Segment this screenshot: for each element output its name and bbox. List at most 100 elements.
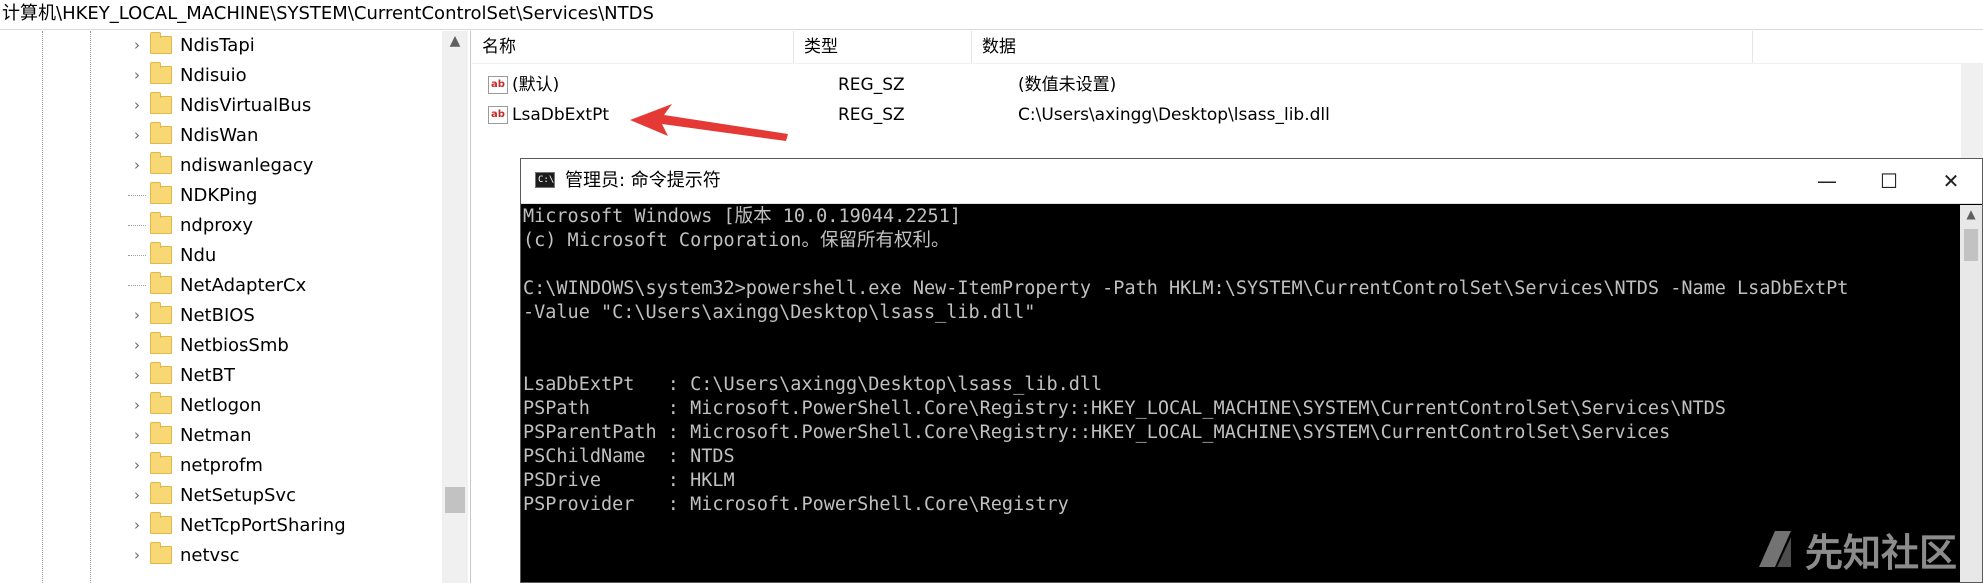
column-header-data[interactable]: 数据: [972, 31, 1753, 63]
tree-item[interactable]: NDKPing: [128, 181, 257, 209]
annotation-arrow-icon: [630, 104, 788, 141]
folder-icon: [150, 392, 172, 414]
scroll-up-icon[interactable]: ▲: [1960, 207, 1982, 221]
tree-item-label: NetSetupSvc: [180, 484, 296, 506]
watermark-logo-icon: [1759, 531, 1791, 567]
value-type: REG_SZ: [838, 105, 905, 125]
minimize-button[interactable]: —: [1796, 159, 1858, 203]
tree-item[interactable]: › Ndisuio: [128, 61, 247, 89]
tree-item-label: NDKPing: [180, 184, 258, 206]
cmd-window-title: 管理员: 命令提示符: [565, 170, 721, 191]
value-data: C:\Users\axingg\Desktop\lsass_lib.dll: [1018, 105, 1330, 125]
folder-icon: [150, 362, 172, 384]
column-header-type[interactable]: 类型: [794, 31, 972, 63]
folder-icon: [150, 302, 172, 324]
string-value-icon: ab: [488, 106, 508, 124]
chevron-right-icon[interactable]: ›: [128, 516, 146, 534]
folder-icon: [150, 272, 172, 294]
tree-connector: [128, 224, 146, 226]
watermark: 先知社区: [1755, 524, 1958, 575]
maximize-button[interactable]: ☐: [1858, 159, 1920, 203]
tree-item-label: Netlogon: [180, 394, 262, 416]
chevron-right-icon[interactable]: ›: [128, 456, 146, 474]
scroll-up-icon[interactable]: ▲: [442, 33, 468, 49]
console-line: PSProvider : Microsoft.PowerShell.Core\R…: [523, 494, 1069, 515]
console-line: PSParentPath : Microsoft.PowerShell.Core…: [523, 422, 1671, 443]
tree-guide-line: [42, 31, 43, 583]
folder-icon: [150, 122, 172, 144]
tree-item[interactable]: › Netlogon: [128, 391, 261, 419]
cmd-scrollbar-thumb[interactable]: [1964, 229, 1978, 261]
chevron-right-icon[interactable]: ›: [128, 36, 146, 54]
tree-item-label: netvsc: [180, 544, 240, 566]
tree-item[interactable]: › ndiswanlegacy: [128, 151, 313, 179]
values-header-row: 名称 类型 数据: [472, 31, 1983, 64]
tree-item-label: NdisVirtualBus: [180, 94, 312, 116]
tree-item[interactable]: › netprofm: [128, 451, 263, 479]
console-line: LsaDbExtPt : C:\Users\axingg\Desktop\lsa…: [523, 374, 1103, 395]
cmd-window[interactable]: C:\ 管理员: 命令提示符 — ☐ ✕ Microsoft Windows […: [520, 158, 1983, 583]
column-header-name[interactable]: 名称: [472, 31, 794, 63]
chevron-right-icon[interactable]: ›: [128, 66, 146, 84]
tree-connector: [128, 254, 146, 256]
address-bar[interactable]: 计算机\HKEY_LOCAL_MACHINE\SYSTEM\CurrentCon…: [0, 0, 1983, 30]
folder-icon: [150, 242, 172, 264]
chevron-right-icon[interactable]: ›: [128, 546, 146, 564]
console-line: PSChildName : NTDS: [523, 446, 735, 467]
chevron-right-icon[interactable]: ›: [128, 96, 146, 114]
chevron-right-icon[interactable]: ›: [128, 396, 146, 414]
console-line: PSDrive : HKLM: [523, 470, 735, 491]
value-row-default[interactable]: ab (默认) REG_SZ (数值未设置): [472, 70, 1983, 100]
folder-icon: [150, 32, 172, 54]
tree-scrollbar[interactable]: ▲: [442, 31, 468, 583]
folder-icon: [150, 542, 172, 564]
tree-item[interactable]: › NdisWan: [128, 121, 258, 149]
tree-item[interactable]: › NetbiosSmb: [128, 331, 289, 359]
folder-icon: [150, 332, 172, 354]
cmd-title-bar[interactable]: C:\ 管理员: 命令提示符 — ☐ ✕: [521, 159, 1982, 204]
tree-item-label: netprofm: [180, 454, 263, 476]
folder-icon: [150, 452, 172, 474]
tree-item-label: Ndu: [180, 244, 217, 266]
string-value-icon: ab: [488, 76, 508, 94]
tree-item-label: NdisWan: [180, 124, 259, 146]
chevron-right-icon[interactable]: ›: [128, 126, 146, 144]
tree-item[interactable]: Ndu: [128, 241, 216, 269]
folder-icon: [150, 152, 172, 174]
tree-item-label: NetBT: [180, 364, 235, 386]
cmd-scrollbar[interactable]: ▲: [1960, 205, 1982, 582]
watermark-text: 先知社区: [1805, 530, 1958, 575]
tree-item[interactable]: › NetTcpPortSharing: [128, 511, 346, 539]
tree-item[interactable]: ndproxy: [128, 211, 253, 239]
tree-item[interactable]: › netvsc: [128, 541, 239, 569]
tree-item[interactable]: › NdisVirtualBus: [128, 91, 311, 119]
tree-item[interactable]: › NdisTapi: [128, 31, 255, 59]
folder-icon: [150, 182, 172, 204]
tree-item-label: ndiswanlegacy: [180, 154, 314, 176]
tree-item[interactable]: NetAdapterCx: [128, 271, 306, 299]
chevron-right-icon[interactable]: ›: [128, 366, 146, 384]
chevron-right-icon[interactable]: ›: [128, 306, 146, 324]
tree-item[interactable]: › NetBIOS: [128, 301, 255, 329]
tree-item-label: NetbiosSmb: [180, 334, 289, 356]
tree-item[interactable]: › NetBT: [128, 361, 235, 389]
tree-item-label: NetTcpPortSharing: [180, 514, 346, 536]
tree-item[interactable]: › NetSetupSvc: [128, 481, 296, 509]
address-path: 计算机\HKEY_LOCAL_MACHINE\SYSTEM\CurrentCon…: [2, 3, 654, 24]
chevron-right-icon[interactable]: ›: [128, 426, 146, 444]
chevron-right-icon[interactable]: ›: [128, 156, 146, 174]
registry-tree[interactable]: › NdisTapi › Ndisuio › NdisVirtualBus › NdisWan…: [0, 31, 471, 583]
console-line: -Value "C:\Users\axingg\Desktop\lsass_li…: [523, 302, 1036, 323]
chevron-right-icon[interactable]: ›: [128, 486, 146, 504]
tree-scrollbar-thumb[interactable]: [445, 487, 465, 513]
console-line: C:\WINDOWS\system32>powershell.exe New-I…: [523, 278, 1849, 299]
tree-item[interactable]: › Netman: [128, 421, 252, 449]
console-line: Microsoft Windows [版本 10.0.19044.2251]: [523, 206, 961, 227]
tree-item-label: Netman: [180, 424, 252, 446]
cmd-console-output[interactable]: Microsoft Windows [版本 10.0.19044.2251] (c…: [521, 205, 1960, 582]
value-name: LsaDbExtPt: [512, 105, 610, 125]
close-button[interactable]: ✕: [1920, 159, 1982, 203]
chevron-right-icon[interactable]: ›: [128, 336, 146, 354]
